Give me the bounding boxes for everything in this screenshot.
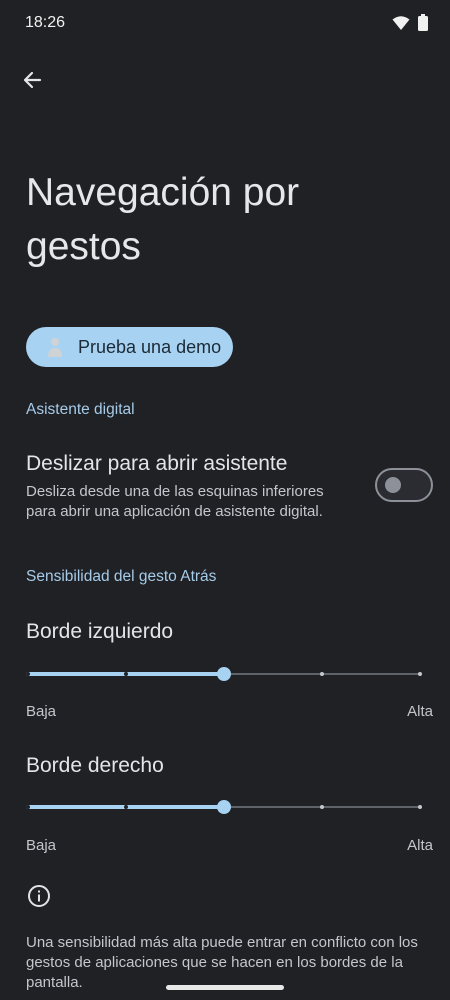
slider-step-dot	[26, 805, 30, 809]
info-icon	[28, 885, 50, 907]
slider-step-dot	[418, 672, 422, 676]
arrow-back-icon	[23, 71, 42, 89]
slider-step-dot	[418, 805, 422, 809]
left-edge-title: Borde izquierdo	[26, 620, 174, 643]
slider-step-dot	[320, 672, 324, 676]
status-icons	[392, 14, 428, 31]
section-header-back-sensitivity: Sensibilidad del gesto Atrás	[26, 568, 217, 585]
right-edge-slider[interactable]	[26, 797, 422, 817]
left-edge-min-label: Baja	[26, 703, 57, 720]
status-bar: 18:26	[0, 0, 450, 48]
battery-icon	[418, 14, 428, 31]
assistant-swipe-title[interactable]: Deslizar para abrir asistente	[26, 452, 287, 476]
try-demo-label: Prueba una demo	[78, 336, 222, 357]
slider-step-dot	[320, 805, 324, 809]
slider-thumb[interactable]	[217, 800, 231, 814]
try-demo-button[interactable]: Prueba una demo	[26, 327, 233, 367]
home-gesture-bar[interactable]	[166, 985, 284, 990]
page-title: Navegación por gestos	[26, 171, 300, 268]
right-edge-title: Borde derecho	[26, 754, 164, 777]
wifi-icon	[392, 15, 410, 30]
back-button[interactable]	[15, 63, 49, 97]
left-edge-max-label: Alta	[407, 703, 433, 720]
slider-thumb[interactable]	[217, 667, 231, 681]
right-edge-min-label: Baja	[26, 837, 57, 854]
slider-step-dot	[26, 672, 30, 676]
assistant-swipe-summary: Desliza desde una de las esquinas inferi…	[26, 483, 324, 520]
sensitivity-warning-text: Una sensibilidad más alta puede entrar e…	[26, 934, 418, 991]
left-edge-slider[interactable]	[26, 664, 422, 684]
slider-step-dot	[124, 672, 128, 676]
person-figure-icon	[48, 338, 62, 357]
toggle-thumb	[385, 477, 401, 493]
assistant-swipe-toggle[interactable]	[375, 468, 433, 502]
slider-step-dot	[124, 805, 128, 809]
section-header-assistant: Asistente digital	[26, 401, 135, 418]
right-edge-max-label: Alta	[407, 837, 433, 854]
status-time: 18:26	[25, 14, 66, 31]
